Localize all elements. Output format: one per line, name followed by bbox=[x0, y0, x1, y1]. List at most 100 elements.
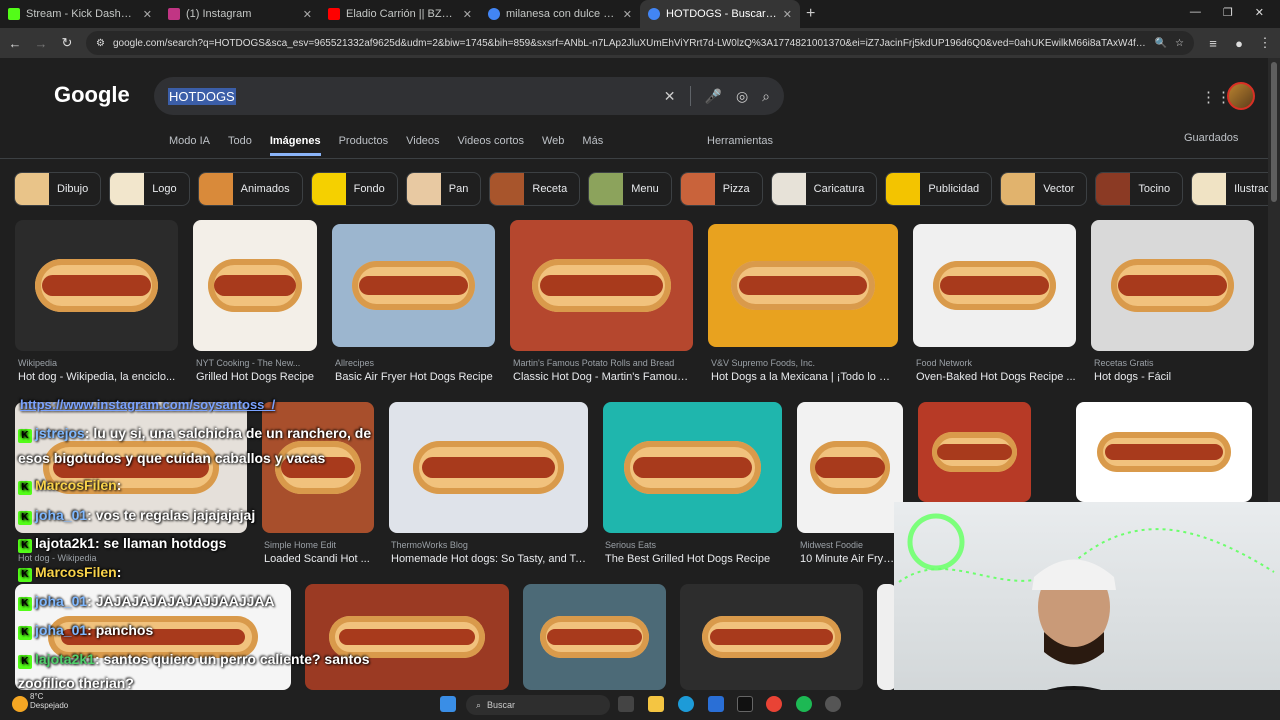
search-input[interactable]: HOTDOGS bbox=[168, 87, 236, 105]
edge-icon[interactable] bbox=[678, 696, 694, 712]
result-image[interactable] bbox=[680, 584, 863, 690]
site-info-icon[interactable]: ⚙ bbox=[96, 38, 105, 49]
bookmark-star-icon[interactable]: ☆ bbox=[1175, 38, 1184, 49]
result-source[interactable]: Wikipedia bbox=[18, 358, 178, 368]
tab-google-milanesa[interactable]: milanesa con dulce de leche - ...✕ bbox=[480, 0, 640, 28]
result-source[interactable]: NYT Cooking - The New... bbox=[196, 358, 316, 368]
close-tab-icon[interactable]: ✕ bbox=[463, 8, 472, 21]
result-caption[interactable]: Grilled Hot Dogs Recipe bbox=[196, 371, 316, 383]
result-source[interactable]: Midwest Foodie bbox=[800, 540, 900, 550]
result-caption[interactable]: Classic Hot Dog - Martin's Famous ... bbox=[513, 371, 693, 383]
google-logo[interactable]: Google bbox=[54, 82, 130, 108]
result-image[interactable] bbox=[389, 402, 588, 533]
clear-icon[interactable]: ✕ bbox=[664, 88, 676, 105]
reload-icon[interactable]: ↻ bbox=[60, 35, 74, 51]
result-source[interactable]: ThermoWorks Blog bbox=[391, 540, 586, 550]
result-source[interactable]: Allrecipes bbox=[335, 358, 495, 368]
result-image[interactable] bbox=[262, 402, 374, 533]
result-source[interactable]: V&V Supremo Foods, Inc. bbox=[711, 358, 896, 368]
minimize-icon[interactable]: — bbox=[1190, 6, 1201, 19]
task-view-icon[interactable] bbox=[618, 696, 634, 712]
weather-icon[interactable] bbox=[12, 696, 28, 712]
chip-dibujo[interactable]: Dibujo bbox=[14, 172, 102, 206]
chip-caricatura[interactable]: Caricatura bbox=[770, 172, 878, 206]
tab-mas[interactable]: Más bbox=[582, 135, 603, 156]
tab-modo-ia[interactable]: Modo IA bbox=[169, 135, 210, 156]
result-image[interactable] bbox=[603, 402, 782, 533]
result-image[interactable] bbox=[193, 220, 317, 351]
chrome-icon[interactable] bbox=[766, 696, 782, 712]
scrollbar-thumb[interactable] bbox=[1271, 62, 1277, 202]
file-explorer-icon[interactable] bbox=[648, 696, 664, 712]
result-caption[interactable]: Oven-Baked Hot Dogs Recipe ... bbox=[916, 371, 1076, 383]
result-source[interactable]: Simple Home Edit bbox=[264, 540, 379, 550]
close-tab-icon[interactable]: ✕ bbox=[783, 8, 792, 21]
maximize-icon[interactable]: ❐ bbox=[1223, 6, 1233, 19]
result-caption[interactable]: Hot dogs - Fácil bbox=[1094, 371, 1254, 383]
chip-animados[interactable]: Animados bbox=[197, 172, 303, 206]
tab-todo[interactable]: Todo bbox=[228, 135, 252, 156]
chip-ilustracion[interactable]: Ilustracion bbox=[1191, 172, 1268, 206]
result-source[interactable]: Martin's Famous Potato Rolls and Bread bbox=[513, 358, 698, 368]
chip-publicidad[interactable]: Publicidad bbox=[885, 172, 993, 206]
result-image[interactable] bbox=[1076, 402, 1252, 502]
new-tab-button[interactable]: + bbox=[806, 5, 815, 23]
microphone-icon[interactable]: 🎤 bbox=[705, 88, 722, 105]
result-caption[interactable]: Homemade Hot dogs: So Tasty, and Te... bbox=[391, 553, 588, 565]
result-caption[interactable]: 10 Minute Air Fryer... bbox=[800, 553, 896, 565]
tab-kick[interactable]: Stream - Kick Dashboard ✕ bbox=[0, 0, 160, 28]
app-y-icon[interactable] bbox=[737, 696, 753, 712]
result-image[interactable] bbox=[332, 224, 495, 347]
tab-videos-cortos[interactable]: Videos cortos bbox=[458, 135, 524, 156]
tab-instagram[interactable]: (1) Instagram ✕ bbox=[160, 0, 320, 28]
result-image[interactable] bbox=[1091, 220, 1254, 351]
chip-pizza[interactable]: Pizza bbox=[679, 172, 763, 206]
result-image[interactable] bbox=[523, 584, 666, 690]
avatar[interactable] bbox=[1227, 82, 1255, 110]
chip-receta[interactable]: Receta bbox=[489, 172, 581, 206]
obs-icon[interactable] bbox=[825, 696, 841, 712]
tools-dropdown[interactable]: Herramientas bbox=[707, 135, 773, 147]
tab-productos[interactable]: Productos bbox=[339, 135, 389, 156]
close-window-icon[interactable]: ✕ bbox=[1255, 6, 1264, 19]
chip-logo[interactable]: Logo bbox=[109, 172, 190, 206]
result-image[interactable] bbox=[510, 220, 693, 351]
close-tab-icon[interactable]: ✕ bbox=[143, 8, 152, 21]
search-box[interactable]: HOTDOGS ✕ 🎤 ◎ ⌕ bbox=[154, 77, 784, 115]
close-tab-icon[interactable]: ✕ bbox=[623, 8, 632, 21]
result-caption[interactable]: Loaded Scandi Hot ... bbox=[264, 553, 379, 565]
result-image[interactable] bbox=[15, 220, 178, 351]
result-source[interactable]: Food Network bbox=[916, 358, 1076, 368]
tab-youtube[interactable]: Eladio Carrión || BZRP Music...✕ bbox=[320, 0, 480, 28]
store-icon[interactable] bbox=[708, 696, 724, 712]
result-source[interactable]: Recetas Gratis bbox=[1094, 358, 1254, 368]
result-caption[interactable]: Hot Dogs a la Mexicana | ¡Todo lo m... bbox=[711, 371, 896, 383]
result-caption[interactable]: The Best Grilled Hot Dogs Recipe bbox=[605, 553, 785, 565]
chip-vector[interactable]: Vector bbox=[1000, 172, 1088, 206]
saved-button[interactable]: Guardados bbox=[1184, 132, 1238, 144]
result-image[interactable] bbox=[305, 584, 509, 690]
address-bar[interactable]: ⚙ google.com/search?q=HOTDOGS&sca_esv=96… bbox=[86, 31, 1194, 55]
profile-icon[interactable]: ● bbox=[1232, 36, 1246, 51]
weather-widget[interactable]: 8°C Despejado bbox=[30, 692, 68, 710]
chip-fondo[interactable]: Fondo bbox=[310, 172, 398, 206]
result-image[interactable] bbox=[708, 224, 898, 347]
menu-kebab-icon[interactable]: ⋮ bbox=[1258, 35, 1272, 51]
tab-imagenes[interactable]: Imágenes bbox=[269, 135, 321, 156]
media-icon[interactable]: ≡ bbox=[1206, 36, 1220, 51]
back-icon[interactable]: ← bbox=[8, 36, 22, 51]
lens-icon[interactable]: ◎ bbox=[736, 88, 748, 105]
result-image[interactable] bbox=[913, 224, 1076, 347]
result-source[interactable]: Serious Eats bbox=[605, 540, 780, 550]
close-tab-icon[interactable]: ✕ bbox=[303, 8, 312, 21]
result-image[interactable] bbox=[918, 402, 1031, 502]
tab-web[interactable]: Web bbox=[542, 135, 564, 156]
chip-menu[interactable]: Menu bbox=[588, 172, 672, 206]
windows-start-icon[interactable] bbox=[440, 696, 456, 712]
result-caption[interactable]: Hot dog - Wikipedia, la enciclo... bbox=[18, 371, 178, 383]
tab-videos[interactable]: Videos bbox=[406, 135, 439, 156]
chip-tocino[interactable]: Tocino bbox=[1095, 172, 1184, 206]
forward-icon[interactable]: → bbox=[34, 36, 48, 51]
tab-google-hotdogs[interactable]: HOTDOGS - Buscar con Google✕ bbox=[640, 0, 800, 28]
chip-pan[interactable]: Pan bbox=[405, 172, 482, 206]
